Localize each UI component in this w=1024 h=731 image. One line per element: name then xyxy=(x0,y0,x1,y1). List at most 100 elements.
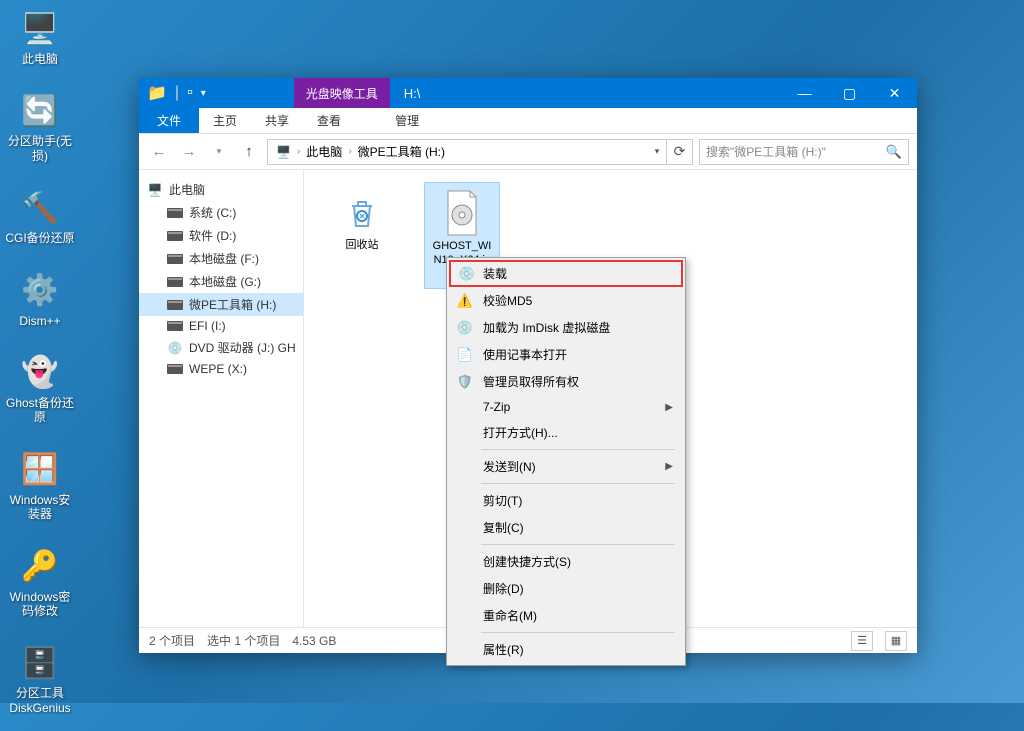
ribbon-view[interactable]: 查看 xyxy=(303,108,355,133)
dism-icon-glyph: ⚙️ xyxy=(19,270,61,312)
cm-imdisk[interactable]: 💿 加载为 ImDisk 虚拟磁盘 xyxy=(449,314,683,341)
cm-cut[interactable]: 剪切(T) xyxy=(449,487,683,514)
ghost-backup-icon-glyph: 👻 xyxy=(19,352,61,394)
tree-item[interactable]: 本地磁盘 (F:) xyxy=(139,247,303,270)
pc-icon[interactable]: 🖥️此电脑 xyxy=(0,0,80,74)
status-selected: 选中 1 个项目 xyxy=(207,632,280,649)
dism-icon[interactable]: ⚙️ Dism++ xyxy=(0,262,80,336)
tree-item[interactable]: 微PE工具箱 (H:) xyxy=(139,293,303,316)
tree-item-label: DVD 驱动器 (J:) GH xyxy=(189,339,296,356)
breadcrumb-current[interactable]: 微PE工具箱 (H:) xyxy=(354,143,449,160)
tree-item[interactable]: 系统 (C:) xyxy=(139,201,303,224)
ribbon: 文件 主页 共享 查看 管理 xyxy=(139,108,917,134)
minimize-button[interactable]: — xyxy=(782,78,827,108)
desktop: 🖥️此电脑 🔄分区助手(无损) 🔨CGI备份还原 ⚙️ Dism++ 👻Ghost备份还原… xyxy=(0,0,80,731)
password-change-icon-label: Windows密码修改 xyxy=(4,590,76,619)
cm-admin[interactable]: 🛡️ 管理员取得所有权 xyxy=(449,368,683,395)
ribbon-file[interactable]: 文件 xyxy=(139,108,199,133)
password-change-icon-glyph: 🔑 xyxy=(19,546,61,588)
maximize-button[interactable]: ▢ xyxy=(827,78,872,108)
chevron-right-icon: › xyxy=(346,146,353,157)
cm-shortcut[interactable]: 创建快捷方式(S) xyxy=(449,548,683,575)
tool-tab: 光盘映像工具 xyxy=(294,78,390,108)
submenu-arrow-icon: ▶ xyxy=(665,402,673,413)
close-button[interactable]: ✕ xyxy=(872,78,917,108)
nav-tree: 🖥️ 此电脑 系统 (C:) 软件 (D:) 本地磁盘 (F:) 本地磁盘 (G:) 微… xyxy=(139,170,304,627)
diskgenius-icon-label: 分区工具DiskGenius xyxy=(4,686,76,715)
recycle-bin-item[interactable]: 回收站 xyxy=(324,182,400,258)
window-controls: — ▢ ✕ xyxy=(782,78,917,108)
cm-notepad[interactable]: 📄 使用记事本打开 xyxy=(449,341,683,368)
tree-item-label: 系统 (C:) xyxy=(189,204,236,221)
cm-rename[interactable]: 重命名(M) xyxy=(449,602,683,629)
breadcrumb-pc-icon[interactable]: 🖥️ xyxy=(272,145,295,159)
title-drive-label: H:\ xyxy=(390,86,435,101)
cm-openwith[interactable]: 打开方式(H)... xyxy=(449,419,683,446)
status-size: 4.53 GB xyxy=(292,634,336,648)
drive-icon xyxy=(167,298,183,312)
windows-installer-icon-glyph: 🪟 xyxy=(19,449,61,491)
cm-md5[interactable]: ⚠️ 校验MD5 xyxy=(449,287,683,314)
partition-assistant-icon[interactable]: 🔄分区助手(无损) xyxy=(0,82,80,171)
windows-installer-icon-label: Windows安装器 xyxy=(4,493,76,522)
refresh-button[interactable]: ⟳ xyxy=(666,140,692,164)
drive-icon xyxy=(167,252,183,266)
tree-item[interactable]: WEPE (X:) xyxy=(139,359,303,379)
breadcrumb-dropdown[interactable]: ▾ xyxy=(648,140,666,164)
ribbon-home[interactable]: 主页 xyxy=(199,108,251,133)
view-details-button[interactable]: ☰ xyxy=(851,631,873,651)
tree-item-label: WEPE (X:) xyxy=(189,362,247,376)
pc-icon: 🖥️ xyxy=(147,183,163,197)
forward-button[interactable]: → xyxy=(177,140,201,164)
cgi-backup-icon-glyph: 🔨 xyxy=(19,187,61,229)
search-placeholder: 搜索"微PE工具箱 (H:)" xyxy=(706,143,826,160)
cm-separator xyxy=(481,483,675,484)
password-change-icon[interactable]: 🔑Windows密码修改 xyxy=(0,538,80,627)
cm-mount[interactable]: 💿 装载 xyxy=(449,260,683,287)
tree-root-label: 此电脑 xyxy=(169,181,205,198)
tree-item-label: 软件 (D:) xyxy=(189,227,236,244)
ribbon-manage[interactable]: 管理 xyxy=(381,108,433,133)
ghost-backup-icon-label: Ghost备份还原 xyxy=(4,396,76,425)
recent-dropdown[interactable]: ▾ xyxy=(207,140,231,164)
cm-sendto[interactable]: 发送到(N) ▶ xyxy=(449,453,683,480)
notepad-icon: 📄 xyxy=(457,347,473,363)
cm-delete[interactable]: 删除(D) xyxy=(449,575,683,602)
partition-assistant-icon-glyph: 🔄 xyxy=(19,90,61,132)
back-button[interactable]: ← xyxy=(147,140,171,164)
qat-separator: | xyxy=(175,84,179,102)
dism-icon-label: Dism++ xyxy=(19,314,60,328)
breadcrumb-root[interactable]: 此电脑 xyxy=(302,143,346,160)
tree-root-pc[interactable]: 🖥️ 此电脑 xyxy=(139,178,303,201)
search-icon[interactable]: 🔍 xyxy=(886,144,902,160)
breadcrumb[interactable]: 🖥️ › 此电脑 › 微PE工具箱 (H:) ▾ ⟳ xyxy=(267,139,693,165)
tree-item[interactable]: EFI (I:) xyxy=(139,316,303,336)
tree-item[interactable]: 软件 (D:) xyxy=(139,224,303,247)
recycle-bin-icon xyxy=(338,188,386,236)
ghost-backup-icon[interactable]: 👻Ghost备份还原 xyxy=(0,344,80,433)
nav-bar: ← → ▾ ↑ 🖥️ › 此电脑 › 微PE工具箱 (H:) ▾ ⟳ 搜索"微P… xyxy=(139,134,917,170)
qat-save-icon[interactable]: ▫ xyxy=(187,84,193,102)
cm-properties[interactable]: 属性(R) xyxy=(449,636,683,663)
cgi-backup-icon[interactable]: 🔨CGI备份还原 xyxy=(0,179,80,253)
tree-item-label: EFI (I:) xyxy=(189,319,226,333)
up-button[interactable]: ↑ xyxy=(237,140,261,164)
tree-item[interactable]: 💿DVD 驱动器 (J:) GH xyxy=(139,336,303,359)
drive-icon xyxy=(167,206,183,220)
view-icons-button[interactable]: ▦ xyxy=(885,631,907,651)
tree-item-label: 本地磁盘 (G:) xyxy=(189,273,261,290)
search-input[interactable]: 搜索"微PE工具箱 (H:)" 🔍 xyxy=(699,139,909,165)
tree-item[interactable]: 本地磁盘 (G:) xyxy=(139,270,303,293)
folder-icon: 📁 xyxy=(147,83,167,103)
pc-icon-label: 此电脑 xyxy=(22,52,58,66)
cm-separator xyxy=(481,544,675,545)
cm-copy[interactable]: 复制(C) xyxy=(449,514,683,541)
drive-icon xyxy=(167,319,183,333)
windows-installer-icon[interactable]: 🪟Windows安装器 xyxy=(0,441,80,530)
diskgenius-icon[interactable]: 🗄️分区工具DiskGenius xyxy=(0,634,80,723)
drive-icon xyxy=(167,362,183,376)
ribbon-share[interactable]: 共享 xyxy=(251,108,303,133)
qat-dropdown-icon[interactable]: ▾ xyxy=(201,88,206,99)
iso-file-icon xyxy=(438,189,486,237)
cm-7zip[interactable]: 7-Zip ▶ xyxy=(449,395,683,419)
